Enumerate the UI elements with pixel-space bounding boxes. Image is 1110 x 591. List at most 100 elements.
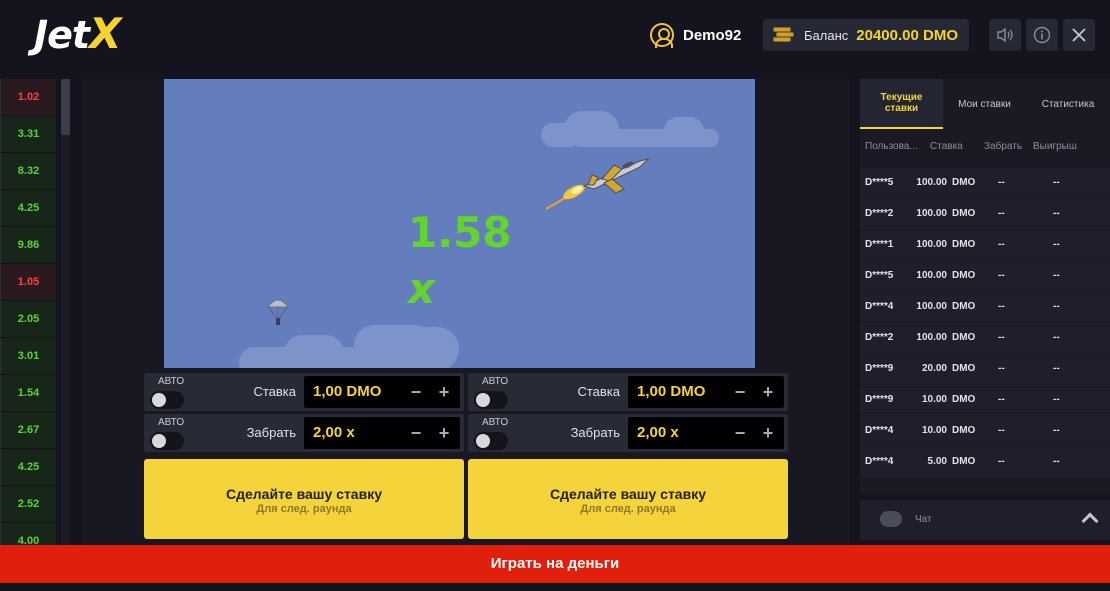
cashout-plus-button[interactable]: +: [757, 417, 779, 449]
chat-bar[interactable]: Чат: [860, 500, 1110, 540]
history-scrollbar[interactable]: [61, 79, 70, 545]
bet-cell-win: --: [1053, 270, 1060, 281]
tab-label: Статистика: [1041, 98, 1095, 110]
balance-value: 20400.00 DMO: [856, 26, 958, 44]
stake-minus-button[interactable]: −: [405, 376, 427, 408]
cashout-minus-button[interactable]: −: [729, 417, 751, 449]
bet-cell-cur: DMO: [952, 208, 976, 219]
cashout-label: Забрать: [570, 425, 620, 440]
history-item: 2.52: [0, 486, 56, 522]
cloud: [284, 335, 344, 368]
bet-cell-stake: 20.00: [921, 363, 947, 374]
bet-row: D****5 100.00 DMO -- --: [860, 261, 1110, 291]
bet-cell-cashout: --: [998, 208, 1005, 219]
parachute-icon: [267, 299, 289, 325]
bet-cell-stake: 100.00: [916, 239, 947, 250]
tab-label: Текущие ставки: [880, 92, 923, 114]
history-item: 9.86: [0, 227, 56, 263]
jetx-logo: JetX: [34, 9, 121, 58]
bet-cell-cur: DMO: [952, 270, 976, 281]
balance-box: Баланс 20400.00 DMO: [763, 19, 969, 51]
stake-minus-button[interactable]: −: [729, 376, 751, 408]
cashout-minus-button[interactable]: −: [405, 417, 427, 449]
auto-label: АВТО: [482, 376, 509, 387]
bet-cell-win: --: [1053, 208, 1060, 219]
bet-row: D****5 100.00 DMO -- --: [860, 168, 1110, 198]
cloud: [664, 117, 704, 145]
cashout-value: 2,00 x: [313, 424, 355, 441]
bet-row: D****4 100.00 DMO -- --: [860, 292, 1110, 322]
stake-input[interactable]: 1,00 DMO − +: [628, 376, 784, 408]
cashout-row-1: АВТО Забрать 2,00 x − +: [144, 414, 464, 452]
bet-cell-cashout: --: [998, 425, 1005, 436]
stake-input[interactable]: 1,00 DMO − +: [304, 376, 460, 408]
place-bet-button-1[interactable]: Сделайте вашу ставку Для след. раунда: [144, 459, 464, 539]
bet-cell-stake: 100.00: [916, 208, 947, 219]
tab-current-bets[interactable]: Текущие ставки: [860, 79, 943, 129]
bet-cell-win: --: [1053, 394, 1060, 405]
bets-panel: Текущие ставки Мои ставки Статистика Пол…: [860, 79, 1110, 495]
bet-cell-win: --: [1053, 177, 1060, 188]
bet-cell-win: --: [1053, 456, 1060, 467]
history-item: 3.31: [0, 116, 56, 152]
bet-cell-stake: 5.00: [927, 456, 947, 467]
auto-label: АВТО: [158, 417, 185, 428]
bet-cell-cur: DMO: [952, 332, 976, 343]
column-header-cashout: Забрать: [984, 141, 1023, 152]
bets-tabs: Текущие ставки Мои ставки Статистика: [860, 79, 1110, 129]
multiplier-value: 1.58: [408, 208, 512, 257]
stake-plus-button[interactable]: +: [757, 376, 779, 408]
header: JetX Demo92 Баланс 20400.00 DMO: [0, 0, 1110, 70]
bet-cell-win: --: [1053, 363, 1060, 374]
speaker-icon: [997, 27, 1013, 43]
history-item: 1.05: [0, 264, 56, 300]
history-item: 2.67: [0, 412, 56, 448]
auto-bet-toggle[interactable]: [150, 391, 184, 409]
auto-cashout-toggle[interactable]: [474, 432, 508, 450]
history-item: 4.25: [0, 190, 56, 226]
cashout-plus-button[interactable]: +: [433, 417, 455, 449]
auto-bet-toggle[interactable]: [474, 391, 508, 409]
user-info[interactable]: Demo92: [650, 22, 741, 48]
bet-button-sublabel: Для след. раунда: [256, 503, 352, 515]
history-item: 4.00: [0, 523, 56, 545]
stake-plus-button[interactable]: +: [433, 376, 455, 408]
auto-label: АВТО: [158, 376, 185, 387]
play-for-money-button[interactable]: Играть на деньги: [0, 545, 1110, 583]
history-scroll-thumb[interactable]: [61, 79, 70, 135]
close-icon: [1072, 28, 1086, 42]
stake-value: 1,00 DMO: [313, 383, 382, 400]
bet-button-label: Сделайте вашу ставку: [226, 486, 382, 502]
cashout-input[interactable]: 2,00 x − +: [304, 417, 460, 449]
stake-label: Ставка: [253, 384, 296, 399]
stake-value: 1,00 DMO: [637, 383, 706, 400]
chevron-up-icon[interactable]: [1081, 512, 1099, 530]
bet-cell-win: --: [1053, 301, 1060, 312]
bet-cell-stake: 100.00: [916, 301, 947, 312]
bet-cell-cur: DMO: [952, 239, 976, 250]
place-bet-button-2[interactable]: Сделайте вашу ставку Для след. раунда: [468, 459, 788, 539]
bet-cell-cur: DMO: [952, 301, 976, 312]
jet-plane-icon: [545, 158, 650, 210]
cashout-row-2: АВТО Забрать 2,00 x − +: [468, 414, 788, 452]
tab-my-bets[interactable]: Мои ставки: [943, 79, 1026, 129]
logo-x-text: X: [89, 9, 121, 58]
info-button[interactable]: [1026, 19, 1058, 51]
bet-cell-cashout: --: [998, 456, 1005, 467]
bet-cell-stake: 100.00: [916, 177, 947, 188]
auto-cashout-toggle[interactable]: [150, 432, 184, 450]
bet-row: D****9 20.00 DMO -- --: [860, 354, 1110, 384]
bet-row: D****1 100.00 DMO -- --: [860, 230, 1110, 260]
bet-row: D****2 100.00 DMO -- --: [860, 199, 1110, 229]
bet-cell-cashout: --: [998, 270, 1005, 281]
tab-statistics[interactable]: Статистика: [1026, 79, 1110, 129]
bet-cell-cur: DMO: [952, 456, 976, 467]
history-item: 1.54: [0, 375, 56, 411]
cashout-label: Забрать: [246, 425, 296, 440]
bet-row: D****2 100.00 DMO -- --: [860, 323, 1110, 353]
sound-button[interactable]: [989, 19, 1021, 51]
close-button[interactable]: [1063, 19, 1095, 51]
cashout-input[interactable]: 2,00 x − +: [628, 417, 784, 449]
bet-cell-cashout: --: [998, 239, 1005, 250]
bet-cell-cashout: --: [998, 177, 1005, 188]
